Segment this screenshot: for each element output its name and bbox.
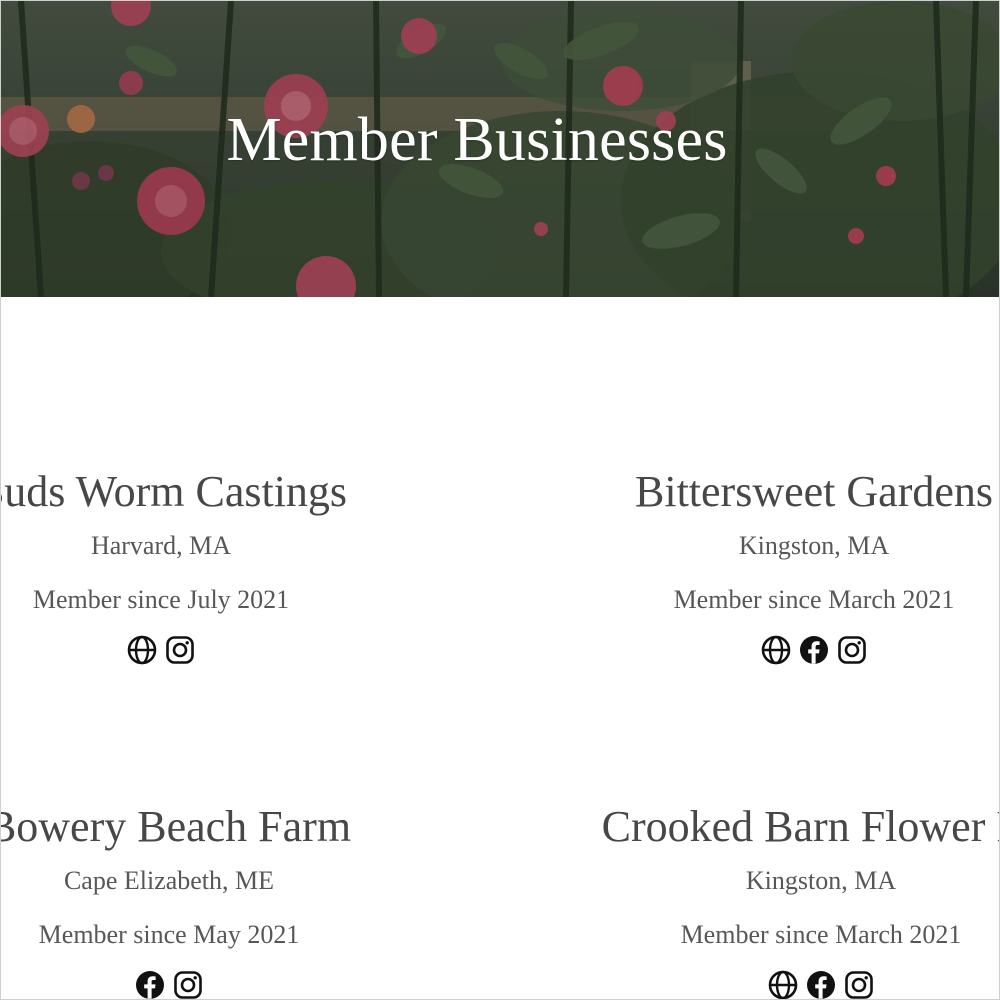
business-name[interactable]: Bittersweet Gardens bbox=[504, 466, 999, 518]
business-location: Harvard, MA bbox=[90, 531, 232, 560]
business-location: Kingston, MA bbox=[738, 531, 890, 560]
member-since: Member since May 2021 bbox=[38, 920, 300, 949]
member-since: Member since March 2021 bbox=[673, 585, 955, 614]
facebook-icon[interactable] bbox=[805, 969, 837, 999]
facebook-icon[interactable] bbox=[134, 969, 166, 999]
business-name[interactable]: Buds Worm Castings bbox=[1, 466, 471, 518]
member-since: Member since July 2021 bbox=[32, 585, 290, 614]
website-icon[interactable] bbox=[126, 634, 158, 666]
social-links bbox=[511, 969, 999, 999]
business-location: Kingston, MA bbox=[745, 866, 897, 895]
business-card: Bowery Beach Farm Cape Elizabeth, ME Mem… bbox=[1, 801, 479, 999]
member-since: Member since March 2021 bbox=[680, 920, 962, 949]
instagram-icon[interactable] bbox=[836, 634, 868, 666]
social-links bbox=[504, 634, 999, 666]
social-links bbox=[1, 634, 471, 666]
facebook-icon[interactable] bbox=[798, 634, 830, 666]
website-icon[interactable] bbox=[767, 969, 799, 999]
social-links bbox=[1, 969, 479, 999]
instagram-icon[interactable] bbox=[172, 969, 204, 999]
business-card: Crooked Barn Flower Fa Kingston, MA Memb… bbox=[511, 801, 999, 999]
business-name[interactable]: Bowery Beach Farm bbox=[1, 801, 479, 853]
business-card: Bittersweet Gardens Kingston, MA Member … bbox=[504, 466, 999, 666]
page: Member Businesses Buds Worm Castings Har… bbox=[0, 0, 1000, 1000]
instagram-icon[interactable] bbox=[843, 969, 875, 999]
website-icon[interactable] bbox=[760, 634, 792, 666]
business-location: Cape Elizabeth, ME bbox=[63, 866, 275, 895]
business-name[interactable]: Crooked Barn Flower Fa bbox=[511, 801, 999, 853]
business-card: Buds Worm Castings Harvard, MA Member si… bbox=[1, 466, 471, 666]
page-title: Member Businesses bbox=[226, 106, 728, 174]
instagram-icon[interactable] bbox=[164, 634, 196, 666]
hero-banner: Member Businesses bbox=[1, 1, 999, 297]
